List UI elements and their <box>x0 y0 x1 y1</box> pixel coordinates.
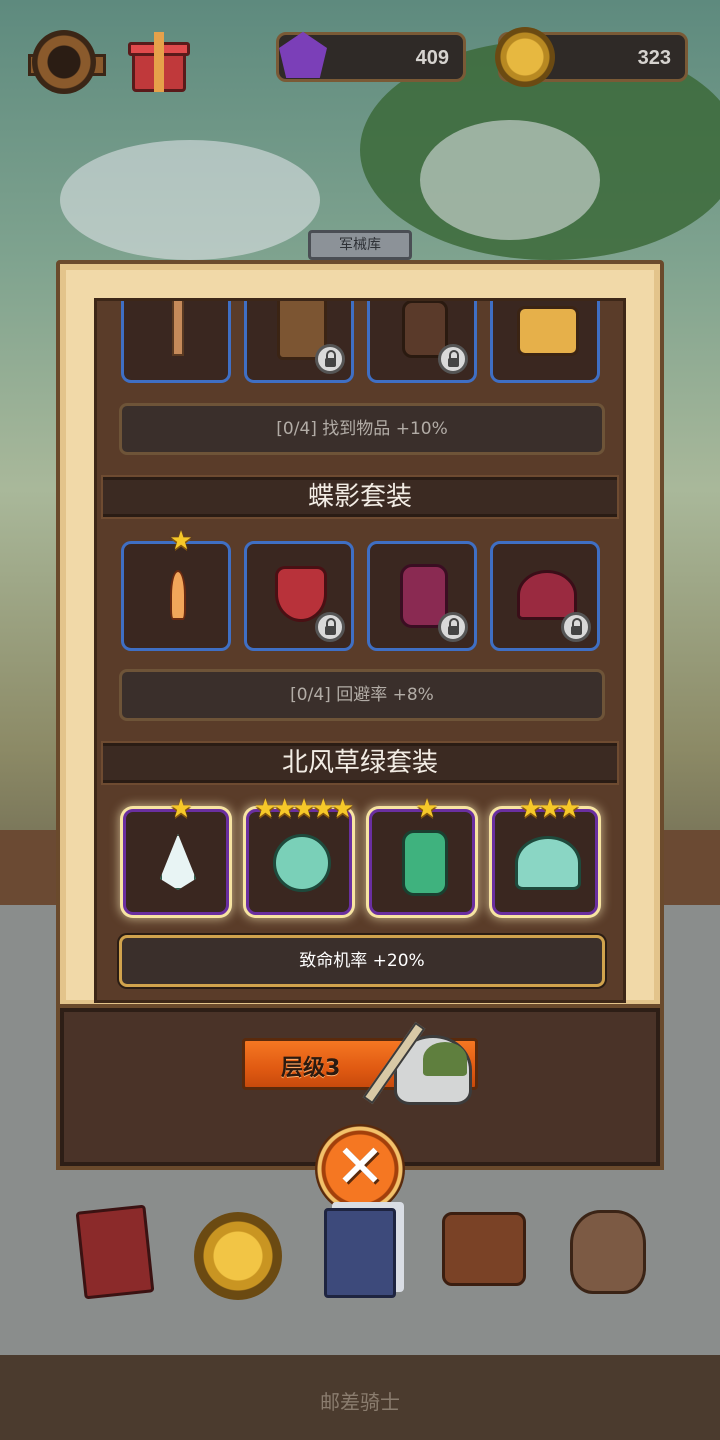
item-slot[interactable] <box>490 541 600 651</box>
set-name: 北风草绿套装 <box>103 743 617 783</box>
item-slot[interactable]: ★ <box>121 528 231 651</box>
backpack-icon[interactable] <box>432 1198 528 1298</box>
star-rating: ★ <box>169 794 192 824</box>
item-slot[interactable] <box>244 541 354 651</box>
helmet-item-icon <box>517 306 579 356</box>
cloud <box>420 120 600 240</box>
coin-count: 323 <box>637 47 671 69</box>
star-coin-icon[interactable] <box>190 1198 286 1300</box>
lock-icon <box>438 612 468 642</box>
crystal-blade-item-icon <box>160 834 196 890</box>
panel-title: 军械库 <box>308 230 412 260</box>
helmet-sword-icon <box>362 1015 476 1107</box>
gem-count: 409 <box>415 47 449 69</box>
item-slot[interactable] <box>367 541 477 651</box>
item-slot[interactable] <box>244 301 354 383</box>
tier-label: 层级3 <box>281 1056 341 1081</box>
helmet-item-icon <box>517 570 577 620</box>
lock-icon <box>315 612 345 642</box>
item-slot[interactable]: ★ <box>369 796 475 915</box>
gift-box-icon[interactable] <box>128 32 190 92</box>
dagger-item-icon <box>170 570 186 620</box>
set-bonus-bar: [0/4] 回避率 +8% <box>119 669 605 721</box>
set-bonus-bar: 致命机率 +20% <box>119 935 605 987</box>
star-rating: ★★★ <box>519 794 581 824</box>
winged-shield-item-icon <box>273 834 331 892</box>
star-rating: ★ <box>415 794 438 824</box>
top-bar: 409 323 <box>0 0 720 110</box>
coin-icon <box>495 27 555 87</box>
loot-sack-icon[interactable] <box>558 1198 654 1298</box>
set-list[interactable]: [0/4] 找到物品 +10% 蝶影套装 ★ [0/4] 回避率 +8% 北风草… <box>94 298 626 1003</box>
helmet-item-icon <box>515 836 581 890</box>
lock-icon <box>561 612 591 642</box>
set-bonus-bar: [0/4] 找到物品 +10% <box>119 403 605 455</box>
armor-item-icon <box>402 830 448 896</box>
spellbook-icon[interactable] <box>74 1198 170 1300</box>
shield-item-icon <box>275 566 327 622</box>
lock-icon <box>315 344 345 374</box>
gem-icon <box>279 31 327 78</box>
settings-gear-icon[interactable] <box>28 30 106 94</box>
star-rating: ★ <box>169 526 192 556</box>
item-slot[interactable] <box>121 301 231 383</box>
lock-icon <box>438 344 468 374</box>
game-title-footer: 邮差骑士 <box>320 1390 400 1414</box>
gem-counter[interactable]: 409 <box>276 31 466 82</box>
item-slot[interactable]: ★★★ <box>492 796 598 915</box>
item-slot[interactable] <box>367 301 477 383</box>
item-slot[interactable]: ★★★★★ <box>246 796 354 915</box>
coin-counter[interactable]: 323 <box>495 27 688 87</box>
sword-item-icon <box>172 301 184 356</box>
cloud <box>60 140 320 260</box>
item-slot[interactable]: ★ <box>123 796 229 915</box>
item-slot[interactable] <box>490 301 600 383</box>
cards-icon[interactable] <box>316 1198 412 1298</box>
bottom-nav <box>0 1190 720 1310</box>
set-name: 蝶影套装 <box>103 477 617 517</box>
star-rating: ★★★★★ <box>253 794 355 824</box>
